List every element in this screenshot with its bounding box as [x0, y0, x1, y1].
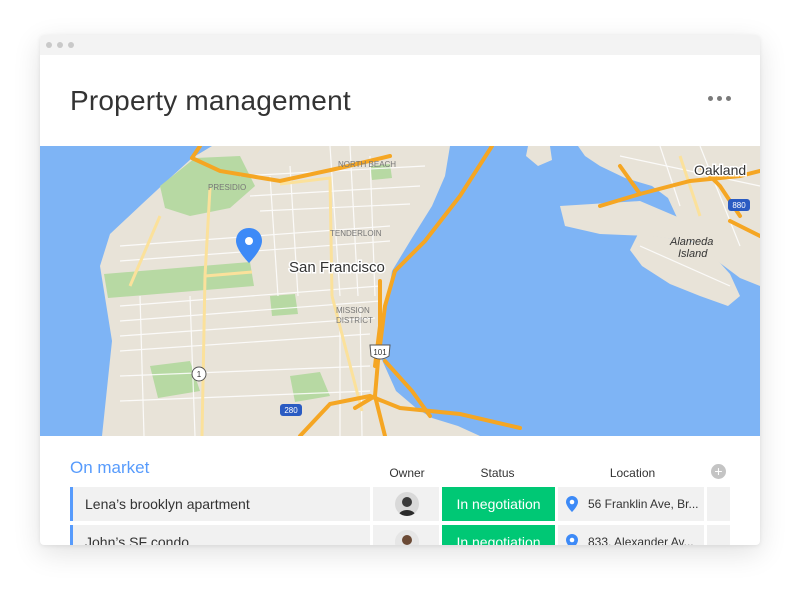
column-header-status[interactable]: Status: [455, 466, 540, 480]
map-canvas[interactable]: 101 280 1 880 PRESIDIO NORTH BEACH TENDE…: [40, 146, 760, 436]
more-horizontal-icon[interactable]: [708, 95, 732, 103]
oakland-label: Oakland: [694, 162, 746, 178]
item-name: Lena’s brooklyn apartment: [85, 496, 250, 512]
us101-shield: 101: [369, 344, 391, 360]
location-pin-icon: [566, 496, 578, 512]
empty-cell[interactable]: [707, 487, 730, 521]
alameda-label: Alameda: [669, 236, 713, 248]
mission-district-label: DISTRICT: [336, 316, 373, 325]
owner-cell[interactable]: [373, 525, 439, 545]
hwy1-shield: 1: [191, 366, 207, 382]
window-dot: [68, 42, 74, 48]
window-titlebar: [40, 35, 760, 55]
island-label: Island: [678, 248, 708, 260]
presidio-label: PRESIDIO: [208, 183, 246, 192]
map-view[interactable]: 101 280 1 880 PRESIDIO NORTH BEACH TENDE…: [40, 146, 760, 436]
empty-cell[interactable]: [707, 525, 730, 545]
status-badge[interactable]: In negotiation: [442, 487, 555, 521]
location-text: 833, Alexander Av...: [588, 535, 694, 545]
column-header-owner[interactable]: Owner: [387, 466, 427, 480]
item-name-cell[interactable]: John’s SF condo: [70, 525, 370, 545]
svg-text:280: 280: [284, 406, 298, 415]
location-text: 56 Franklin Ave, Br...: [588, 497, 699, 511]
svg-text:101: 101: [373, 348, 387, 357]
status-badge[interactable]: In negotiation: [442, 525, 555, 545]
tenderloin-label: TENDERLOIN: [330, 229, 382, 238]
avatar[interactable]: [395, 492, 419, 516]
park-patch: [270, 294, 298, 316]
table-row: Lena’s brooklyn apartment In negotiation…: [70, 487, 730, 521]
i280-shield: 280: [280, 404, 302, 416]
table-row: John’s SF condo In negotiation 833, Alex…: [70, 525, 730, 545]
plus-circle-icon[interactable]: +: [711, 464, 726, 479]
i880-shield: 880: [728, 199, 750, 211]
item-name-cell[interactable]: Lena’s brooklyn apartment: [70, 487, 370, 521]
svg-text:880: 880: [732, 201, 746, 210]
avatar[interactable]: [395, 530, 419, 545]
owner-cell[interactable]: [373, 487, 439, 521]
page-title: Property management: [70, 85, 351, 116]
svg-text:1: 1: [197, 370, 202, 379]
group-title[interactable]: On market: [70, 458, 149, 478]
san-francisco-label: San Francisco: [289, 259, 385, 276]
north-beach-label: NORTH BEACH: [338, 160, 396, 169]
column-header-location[interactable]: Location: [575, 466, 690, 480]
window-dot: [46, 42, 52, 48]
location-cell[interactable]: 833, Alexander Av...: [558, 525, 704, 545]
window-dot: [57, 42, 63, 48]
app-window: Property management 101 280 1 880 PRESID…: [40, 35, 760, 545]
location-pin-icon: [566, 534, 578, 545]
mission-label: MISSION: [336, 306, 370, 315]
location-cell[interactable]: 56 Franklin Ave, Br...: [558, 487, 704, 521]
item-name: John’s SF condo: [85, 534, 190, 545]
